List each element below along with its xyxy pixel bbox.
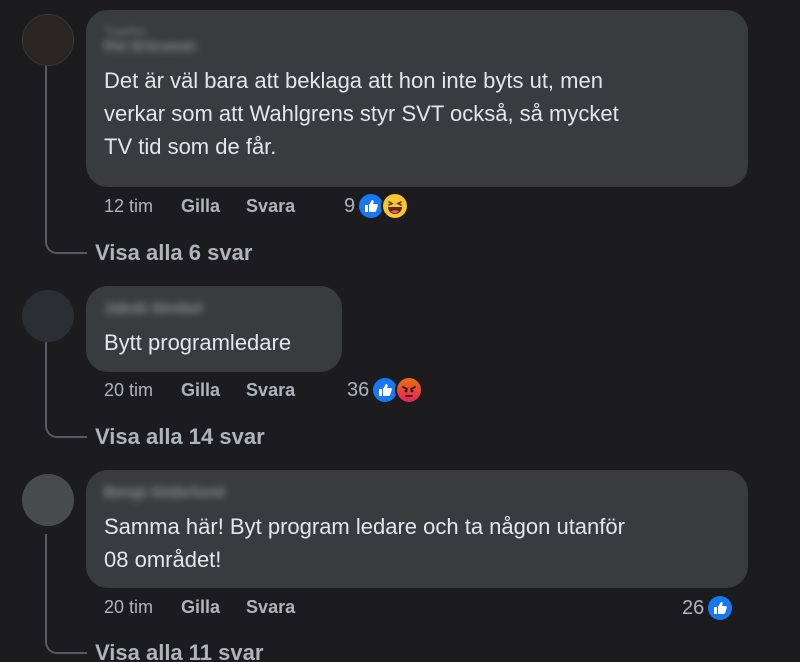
thread-connector (45, 240, 87, 254)
reaction-count: 36 (347, 378, 370, 401)
reply-button[interactable]: Svara (246, 196, 295, 217)
comment-timestamp[interactable]: 20 tim (104, 380, 153, 401)
comment-actions: 20 tim Gilla Svara (104, 380, 321, 401)
view-replies-link[interactable]: Visa alla 14 svar (95, 424, 265, 450)
comment-bubble: Bengt Söderlund Samma här! Byt program l… (86, 470, 748, 588)
reaction-summary[interactable]: 9 (344, 192, 410, 220)
avatar[interactable] (22, 290, 74, 342)
reply-button[interactable]: Svara (246, 597, 295, 618)
haha-icon (381, 192, 410, 220)
view-replies-link[interactable]: Visa alla 6 svar (95, 240, 252, 266)
like-button[interactable]: Gilla (181, 597, 220, 618)
reaction-summary[interactable]: 36 (347, 376, 424, 404)
comment-timestamp[interactable]: 20 tim (104, 597, 153, 618)
thread-line (45, 66, 47, 240)
comment-text: Det är väl bara att beklaga att hon inte… (104, 68, 619, 159)
comment-timestamp[interactable]: 12 tim (104, 196, 153, 217)
reply-button[interactable]: Svara (246, 380, 295, 401)
comment-actions: 12 tim Gilla Svara (104, 196, 321, 217)
thread-line (45, 534, 47, 640)
view-replies-link[interactable]: Visa alla 11 svar (95, 640, 263, 662)
angry-icon (395, 376, 424, 404)
like-button[interactable]: Gilla (181, 196, 220, 217)
like-button[interactable]: Gilla (181, 380, 220, 401)
avatar[interactable] (22, 14, 74, 66)
reaction-count: 26 (682, 596, 705, 619)
thread-connector (45, 424, 87, 438)
comment-text: Samma här! Byt program ledare och ta någ… (104, 514, 625, 572)
thread-connector (45, 640, 87, 654)
thread-line (45, 342, 47, 424)
comment-actions: 20 tim Gilla Svara (104, 597, 321, 618)
like-icon (706, 594, 735, 622)
comment-text: Bytt programledare (104, 330, 292, 355)
reaction-count: 9 (344, 194, 356, 217)
comment-bubble: Toppfan Per Ericsson Det är väl bara att… (86, 10, 748, 187)
avatar[interactable] (22, 474, 74, 526)
comment-author[interactable]: Jakob Strebel (104, 300, 324, 318)
comment-bubble: Jakob Strebel Bytt programledare (86, 286, 342, 372)
comment-author[interactable]: Per Ericsson (104, 38, 730, 56)
author-badge: Toppfan (104, 24, 147, 38)
reaction-summary[interactable]: 26 (682, 594, 735, 622)
comment-author[interactable]: Bengt Söderlund (104, 484, 730, 502)
